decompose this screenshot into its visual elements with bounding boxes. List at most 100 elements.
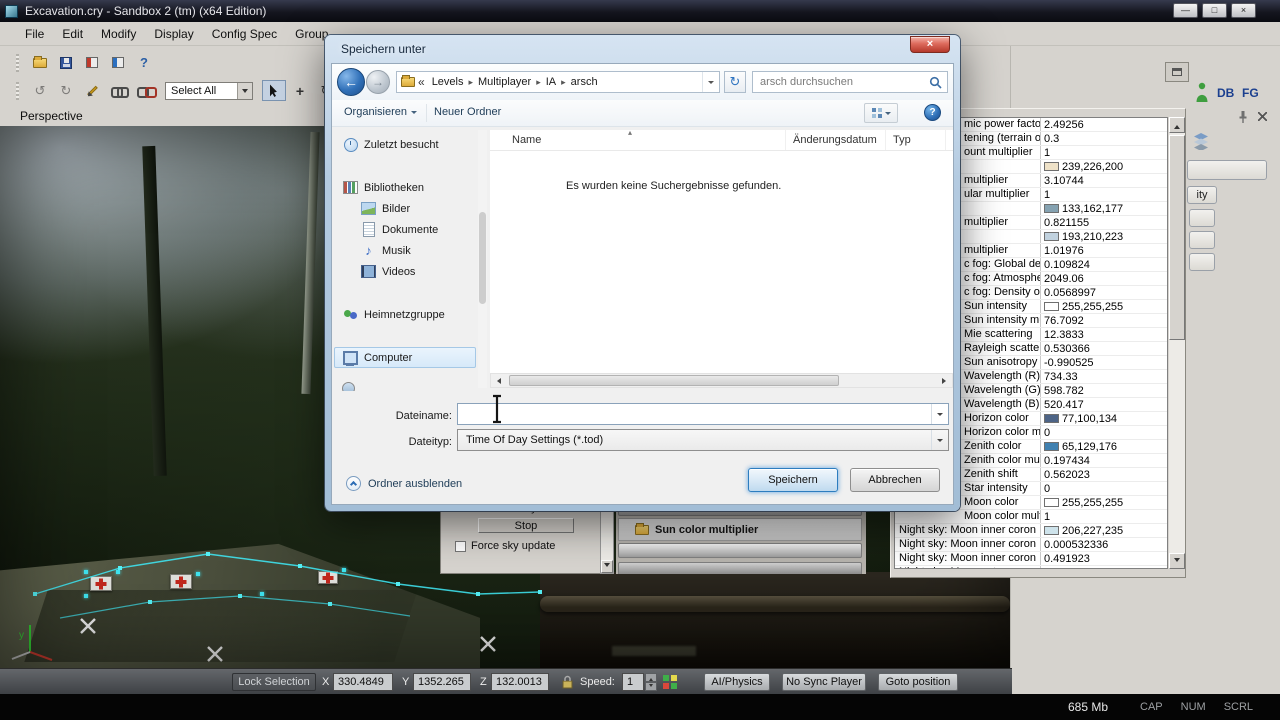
property-row[interactable]: Night sky: Moon inner coron 0.491923 [895, 552, 1167, 566]
toolbar-button[interactable] [80, 80, 104, 101]
property-value-cell[interactable]: 520.417 [1041, 399, 1167, 411]
combo-dropdown-icon[interactable] [931, 404, 948, 424]
property-value-cell[interactable]: 206,227,235 [1041, 525, 1167, 537]
hide-folders-button[interactable]: Ordner ausblenden [346, 476, 462, 491]
search-input[interactable] [760, 76, 929, 88]
stop-button[interactable]: Stop [478, 518, 574, 533]
speed-field[interactable]: 1 [622, 673, 644, 691]
toolbar-button[interactable]: + [288, 80, 312, 101]
close-panel-icon[interactable] [1258, 112, 1267, 121]
breadcrumb-item[interactable]: IA [542, 72, 560, 92]
file-list[interactable]: ▴ Name Änderungsdatum Typ Es wurden keine … [490, 128, 953, 388]
property-value-cell[interactable]: 0 [1041, 483, 1167, 495]
filename-input[interactable] [458, 408, 931, 420]
tree-group-bar[interactable] [618, 562, 862, 574]
filename-combobox[interactable] [457, 403, 949, 425]
select-all-combo[interactable]: Select All [165, 81, 253, 100]
property-value-cell[interactable]: 1 [1041, 511, 1167, 523]
toolbar-button[interactable] [262, 80, 286, 101]
ai-character-icon[interactable] [1195, 82, 1209, 102]
tree-group-bar[interactable] [618, 543, 862, 558]
property-row[interactable]: Night sky: Moon inner coron 0.000532336 [895, 538, 1167, 552]
refresh-button[interactable]: ↻ [724, 71, 746, 93]
sidebar-item[interactable]: Computer [334, 347, 476, 368]
menu-item[interactable]: Modify [92, 24, 145, 44]
breadcrumb-item[interactable]: Multiplayer [474, 72, 535, 92]
sidebar-item[interactable]: Heimnetzgruppe [334, 304, 476, 325]
color-swatch[interactable] [1044, 442, 1059, 451]
property-grid-scrollbar[interactable] [1169, 117, 1185, 569]
property-value-cell[interactable]: 239,226,200 [1041, 161, 1167, 173]
breadcrumb-dropdown-icon[interactable] [702, 72, 719, 92]
property-value-cell[interactable]: 0.562023 [1041, 469, 1167, 481]
menu-item[interactable]: File [16, 24, 53, 44]
scrollbar-thumb[interactable] [479, 212, 486, 304]
views-button[interactable] [864, 103, 898, 123]
menu-item[interactable]: Edit [53, 24, 92, 44]
toolbar-button[interactable]: ↺ [28, 80, 52, 101]
property-value-cell[interactable]: 1 [1041, 147, 1167, 159]
property-value-cell[interactable]: 65,129,176 [1041, 441, 1167, 453]
speed-stepper[interactable] [645, 673, 657, 691]
force-sky-update-checkbox[interactable] [455, 540, 466, 552]
menu-item[interactable]: Display [145, 24, 202, 44]
no-sync-player-button[interactable]: No Sync Player [782, 673, 866, 691]
toolbar-button[interactable]: ? [132, 52, 156, 73]
property-value-cell[interactable]: 2049.06 [1041, 273, 1167, 285]
breadcrumb-overflow-icon[interactable]: « [415, 75, 428, 89]
property-value-cell[interactable]: 1 [1041, 189, 1167, 201]
property-value-cell[interactable]: 0.109824 [1041, 259, 1167, 271]
color-swatch[interactable] [1044, 204, 1059, 213]
viewport-label[interactable]: Perspective [20, 109, 83, 123]
property-value-cell[interactable]: 77,100,134 [1041, 413, 1167, 425]
goto-position-button[interactable]: Goto position [878, 673, 958, 691]
combo-dropdown-icon[interactable] [237, 82, 252, 99]
property-value-cell[interactable]: 0.491923 [1041, 553, 1167, 565]
ai-physics-button[interactable]: AI/Physics [704, 673, 770, 691]
maximize-button[interactable]: □ [1202, 3, 1227, 18]
new-folder-button[interactable]: Neuer Ordner [434, 106, 501, 118]
property-value-cell[interactable]: 0 [1041, 427, 1167, 439]
property-value-cell[interactable]: 0.530366 [1041, 343, 1167, 355]
column-header[interactable]: Typ [886, 130, 946, 150]
scroll-left-icon[interactable] [491, 374, 507, 387]
property-value-cell[interactable]: 255,255,255 [1041, 301, 1167, 313]
property-value-cell[interactable]: 0.000532336 [1041, 539, 1167, 551]
search-box[interactable] [752, 71, 948, 93]
property-row[interactable]: Night sky: Moon inner coron 206,227,235 [895, 524, 1167, 538]
property-value-cell[interactable]: 0.197434 [1041, 455, 1167, 467]
color-swatch[interactable] [1044, 414, 1059, 423]
stepper-down-icon[interactable] [645, 682, 657, 691]
color-swatch[interactable] [1044, 498, 1059, 507]
toolbar-button[interactable] [54, 52, 78, 73]
close-button[interactable]: × [1231, 3, 1256, 18]
minimize-button[interactable]: — [1173, 3, 1198, 18]
property-value-cell[interactable]: 76.7092 [1041, 315, 1167, 327]
pin-panel-icon[interactable] [1237, 110, 1249, 123]
property-row[interactable]: Night sky: Moon outer coron 107,161,203 [895, 566, 1167, 568]
toolbar-button[interactable] [28, 52, 52, 73]
scrollbar-thumb[interactable] [1169, 135, 1185, 340]
menu-item[interactable]: Config Spec [203, 24, 286, 44]
property-value-cell[interactable]: 3.10744 [1041, 175, 1167, 187]
toolbar-grip[interactable] [16, 53, 19, 72]
combo-dropdown-icon[interactable] [931, 430, 948, 450]
y-coordinate-field[interactable]: 1352.265 [413, 673, 471, 691]
color-grid-icon[interactable] [663, 675, 677, 689]
lock-selection-button[interactable]: Lock Selection [232, 673, 316, 691]
sidebar-item[interactable]: Dokumente [334, 219, 476, 240]
rollup-partial-button[interactable] [1187, 160, 1267, 180]
tree-item-row[interactable]: Sun color multiplier [618, 518, 862, 541]
sidebar-item[interactable]: ♪ Musik [334, 240, 476, 261]
filetype-combobox[interactable]: Time Of Day Settings (*.tod) [457, 429, 949, 451]
property-row[interactable]: Moon color multip 1 [895, 510, 1167, 524]
property-value-cell[interactable]: 2.49256 [1041, 119, 1167, 131]
breadcrumb-bar[interactable]: « Levels ▸ Multiplayer ▸ IA ▸ arsch [396, 71, 720, 93]
forward-button[interactable]: → [366, 70, 390, 94]
dialog-close-button[interactable]: × [910, 36, 950, 53]
property-value-cell[interactable]: 193,210,223 [1041, 231, 1167, 243]
breadcrumb-item[interactable]: arsch [567, 72, 602, 92]
stepper-up-icon[interactable] [645, 673, 657, 682]
back-button[interactable]: ← [337, 68, 365, 96]
undock-button[interactable] [1165, 62, 1189, 82]
